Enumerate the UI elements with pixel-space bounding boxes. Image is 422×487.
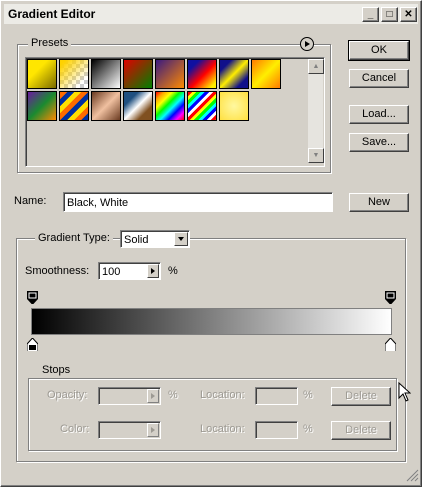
preset-swatch-blue-red-yellow[interactable] <box>187 59 217 89</box>
resize-grip-icon[interactable] <box>405 468 419 482</box>
gradient-type-label: Gradient Type: <box>35 232 113 244</box>
cancel-button[interactable]: Cancel <box>349 69 409 88</box>
scroll-up-button[interactable]: ▲ <box>308 59 324 74</box>
preset-swatch-yellow-transparent-checker[interactable] <box>59 59 89 89</box>
presets-scrollbar[interactable]: ▲ ▼ <box>307 59 324 163</box>
gradient-type-select[interactable]: Solid <box>120 230 190 248</box>
chevron-down-icon <box>178 237 184 241</box>
window-title: Gradient Editor <box>8 7 96 21</box>
smoothness-field[interactable]: 100 <box>98 262 161 280</box>
color-stop-right[interactable] <box>385 338 396 351</box>
color-location-field <box>255 421 298 439</box>
opacity-stop-left[interactable] <box>27 291 38 304</box>
opacity-stop-right[interactable] <box>385 291 396 304</box>
preset-swatch-violet-orange[interactable] <box>155 59 185 89</box>
name-label: Name: <box>14 195 47 207</box>
preset-swatch-orange-yellow-orange[interactable] <box>251 59 281 89</box>
ok-button[interactable]: OK <box>348 40 410 61</box>
preset-swatch-black-white[interactable] <box>91 59 121 89</box>
color-picker-button <box>147 423 159 437</box>
stops-label: Stops <box>39 364 74 376</box>
title-bar[interactable]: Gradient Editor _ □ ✕ <box>4 4 418 24</box>
preset-swatch-violet-green-orange[interactable] <box>27 91 57 121</box>
opacity-location-label: Location: <box>200 389 245 401</box>
opacity-slider-button <box>147 389 159 403</box>
smoothness-value: 100 <box>102 266 121 278</box>
presets-menu-button[interactable] <box>300 37 314 51</box>
preset-swatch-chrome[interactable] <box>123 91 153 121</box>
minimize-button[interactable]: _ <box>362 7 379 22</box>
presets-label: Presets <box>28 37 72 49</box>
minimize-icon: _ <box>367 9 374 20</box>
color-label: Color: <box>60 423 90 435</box>
preset-swatch-copper[interactable] <box>91 91 121 121</box>
gradient-preview-bar[interactable] <box>31 308 392 335</box>
opacity-percent: % <box>168 389 178 401</box>
new-button[interactable]: New <box>349 193 409 212</box>
close-icon: ✕ <box>404 9 413 20</box>
close-button[interactable]: ✕ <box>400 7 417 22</box>
preset-swatch-yellow-checker[interactable] <box>219 91 249 121</box>
arrow-right-icon <box>151 268 155 274</box>
circle-arrow-icon <box>305 41 310 47</box>
maximize-icon: □ <box>386 9 393 20</box>
load-button[interactable]: Load... <box>349 105 409 124</box>
preset-swatch-yellow-to-dark[interactable] <box>27 59 57 89</box>
scroll-up-icon: ▲ <box>312 63 320 70</box>
preset-swatch-red-green[interactable] <box>123 59 153 89</box>
name-field[interactable]: Black, White <box>63 192 333 212</box>
smoothness-label: Smoothness: <box>25 265 90 277</box>
gradient-editor-window: Gradient Editor _ □ ✕ Presets ▲ ▼ OK Can… <box>0 0 422 487</box>
save-button[interactable]: Save... <box>349 133 409 152</box>
opacity-label: Opacity: <box>47 389 88 401</box>
presets-list: ▲ ▼ <box>25 57 325 167</box>
color-location-percent: % <box>303 423 313 435</box>
opacity-location-percent: % <box>303 389 313 401</box>
color-stop-left[interactable] <box>27 338 38 351</box>
mouse-cursor-icon <box>398 382 411 402</box>
maximize-button[interactable]: □ <box>381 7 398 22</box>
opacity-field <box>98 387 161 405</box>
smoothness-unit: % <box>168 265 178 277</box>
gradient-type-value: Solid <box>124 234 149 246</box>
color-location-label: Location: <box>200 423 245 435</box>
opacity-location-field <box>255 387 298 405</box>
preset-swatch-spectrum[interactable] <box>155 91 185 121</box>
arrow-right-icon <box>151 427 155 433</box>
dropdown-button[interactable] <box>174 232 188 246</box>
preset-swatch-transparent-rainbow[interactable] <box>187 91 217 121</box>
color-swatch-field <box>98 421 161 439</box>
preset-swatch-transparent-stripes[interactable] <box>59 91 89 121</box>
opacity-delete-button: Delete <box>331 387 391 406</box>
arrow-right-icon <box>151 393 155 399</box>
smoothness-slider-button[interactable] <box>147 264 159 278</box>
color-delete-button: Delete <box>331 421 391 440</box>
scroll-down-button[interactable]: ▼ <box>308 148 324 163</box>
scroll-down-icon: ▼ <box>312 152 320 159</box>
preset-swatch-blue-yellow-blue[interactable] <box>219 59 249 89</box>
